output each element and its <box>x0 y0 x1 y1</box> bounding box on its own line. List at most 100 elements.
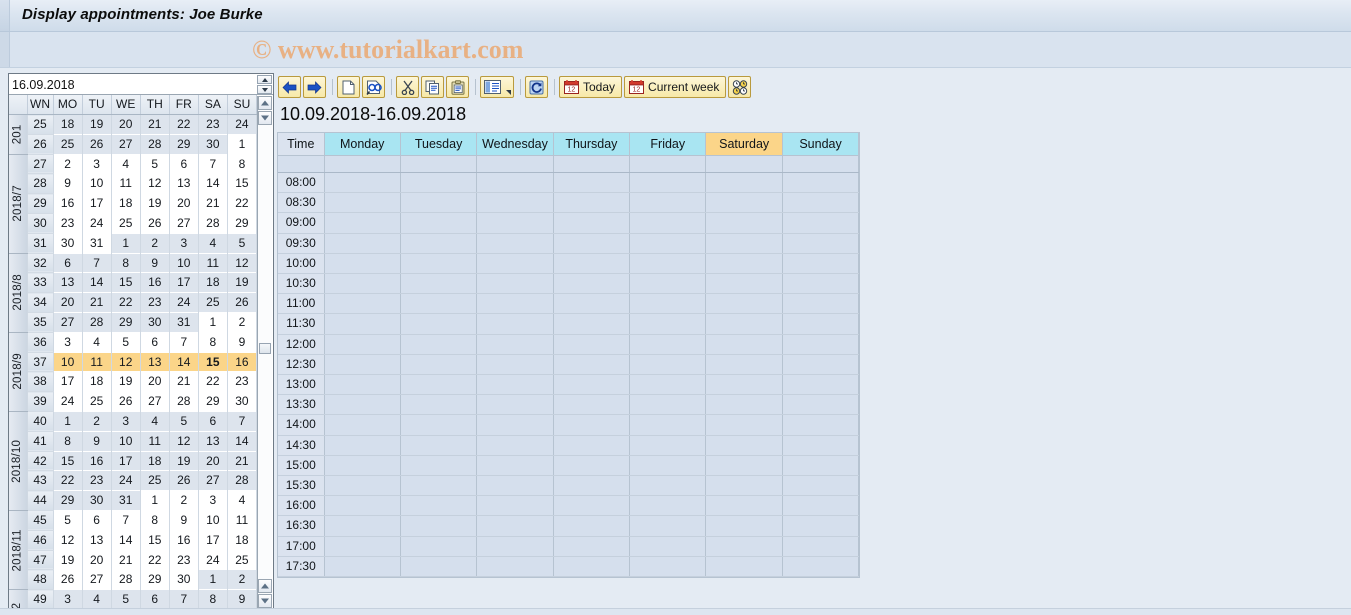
calendar-day-cell[interactable]: 21 <box>198 193 228 214</box>
calendar-day-cell[interactable]: 27 <box>111 134 141 155</box>
calendar-week-row[interactable]: 30 23 24 25 26 27 28 29 <box>9 213 258 234</box>
calendar-week-number[interactable]: 32 <box>27 253 54 274</box>
calendar-day-cell[interactable]: 20 <box>198 451 228 471</box>
appointment-slot[interactable] <box>629 536 707 557</box>
appointment-slot[interactable] <box>782 172 860 194</box>
appointment-slot[interactable] <box>400 293 478 315</box>
calendar-day-cell[interactable]: 25 <box>198 292 228 313</box>
calendar-day-cell[interactable]: 31 <box>111 490 141 511</box>
calendar-day-cell[interactable]: 6 <box>140 589 170 608</box>
calendar-day-cell[interactable]: 30 <box>227 391 258 412</box>
calendar-week-number[interactable]: 44 <box>27 490 54 511</box>
calendar-day-cell[interactable]: 22 <box>227 193 258 214</box>
appointment-slot[interactable] <box>324 313 401 335</box>
calendar-day-cell[interactable]: 12 <box>53 530 83 551</box>
appointment-slot[interactable] <box>324 334 401 355</box>
all-day-slot[interactable] <box>705 155 783 173</box>
appointment-slot[interactable] <box>324 273 401 295</box>
appointment-slot[interactable] <box>705 495 783 517</box>
appointment-slot[interactable] <box>553 475 631 497</box>
appointment-slot[interactable] <box>705 334 783 355</box>
calendar-week-row[interactable]: 26 25 26 27 28 29 30 1 <box>9 134 258 155</box>
calendar-day-cell[interactable]: 27 <box>82 569 112 590</box>
calendar-day-cell[interactable]: 9 <box>169 510 199 531</box>
calendar-day-cell[interactable]: 9 <box>227 589 258 608</box>
appointment-slot[interactable] <box>324 414 401 436</box>
calendar-day-cell[interactable]: 28 <box>227 470 258 491</box>
calendar-day-cell[interactable]: 14 <box>198 173 228 194</box>
appointment-slot[interactable] <box>476 313 554 335</box>
appointment-slot[interactable] <box>553 334 631 355</box>
appointment-slot[interactable] <box>629 273 707 295</box>
calendar-day-cell[interactable]: 2 <box>82 411 112 432</box>
calendar-day-cell[interactable]: 10 <box>169 253 199 273</box>
calendar-day-cell[interactable]: 19 <box>140 193 170 214</box>
calendar-day-cell[interactable]: 24 <box>111 470 141 491</box>
appointment-slot[interactable] <box>400 374 478 396</box>
calendar-day-cell[interactable]: 22 <box>169 114 199 135</box>
calendar-day-cell[interactable]: 16 <box>227 352 258 372</box>
appointment-slot[interactable] <box>476 253 554 275</box>
scrollbar-page-down-button[interactable] <box>258 111 272 125</box>
appointment-slot[interactable] <box>553 313 631 335</box>
scrollbar-page-up-button[interactable] <box>258 579 272 593</box>
calendar-week-number[interactable]: 26 <box>27 134 54 155</box>
calendar-day-cell[interactable]: 26 <box>82 134 112 155</box>
calendar-week-row[interactable]: 37 10 11 12 13 14 15 16 <box>9 352 258 373</box>
appointment-slot[interactable] <box>629 233 707 254</box>
cut-button[interactable] <box>396 76 419 98</box>
calendar-day-cell[interactable]: 8 <box>198 589 228 608</box>
calendar-day-cell[interactable]: 20 <box>140 371 170 392</box>
calendar-day-cell[interactable]: 15 <box>198 352 228 372</box>
calendar-day-cell[interactable]: 10 <box>198 510 228 531</box>
calendar-week-row[interactable]: 38 17 18 19 20 21 22 23 <box>9 371 258 393</box>
calendar-day-cell[interactable]: 18 <box>53 114 83 135</box>
calendar-day-cell[interactable]: 18 <box>227 530 258 551</box>
appointment-slot[interactable] <box>782 374 860 396</box>
calendar-day-cell[interactable]: 2 <box>140 233 170 254</box>
calendar-week-number[interactable]: 47 <box>27 550 54 571</box>
appointment-slot[interactable] <box>629 253 707 275</box>
appointment-slot[interactable] <box>629 495 707 517</box>
calendar-day-cell[interactable]: 4 <box>227 490 258 511</box>
calendar-day-cell[interactable]: 14 <box>82 272 112 293</box>
calendar-day-cell[interactable]: 9 <box>82 431 112 452</box>
appointment-slot[interactable] <box>553 414 631 436</box>
calendar-day-cell[interactable]: 17 <box>169 272 199 293</box>
appointment-slot[interactable] <box>400 414 478 436</box>
appointment-slot[interactable] <box>553 233 631 254</box>
appointment-slot[interactable] <box>324 394 401 416</box>
appointment-slot[interactable] <box>782 212 860 234</box>
appointment-slot[interactable] <box>476 414 554 436</box>
appointment-column-header-sunday[interactable]: Sunday <box>782 133 860 156</box>
calendar-day-cell[interactable]: 25 <box>140 470 170 491</box>
calendar-day-cell[interactable]: 6 <box>53 253 83 273</box>
appointment-slot[interactable] <box>324 293 401 315</box>
calendar-day-cell[interactable]: 14 <box>227 431 258 452</box>
calendar-day-cell[interactable]: 4 <box>140 411 170 432</box>
appointment-slot[interactable] <box>629 293 707 315</box>
calendar-day-cell[interactable]: 3 <box>111 411 141 432</box>
calendar-day-cell[interactable]: 3 <box>169 233 199 254</box>
appointment-slot[interactable] <box>324 192 401 214</box>
calendar-day-cell[interactable]: 8 <box>198 332 228 353</box>
appointment-slot[interactable] <box>476 455 554 477</box>
copy-button[interactable] <box>421 76 444 98</box>
calendar-day-cell[interactable]: 13 <box>82 530 112 551</box>
appointment-slot[interactable] <box>553 172 631 194</box>
calendar-day-cell[interactable]: 7 <box>111 510 141 531</box>
calendar-day-cell[interactable]: 16 <box>82 451 112 471</box>
appointment-slot[interactable] <box>476 273 554 295</box>
calendar-day-cell[interactable]: 4 <box>82 589 112 608</box>
appointment-slot[interactable] <box>324 475 401 497</box>
appointment-slot[interactable] <box>553 515 631 537</box>
calendar-day-cell[interactable]: 29 <box>198 391 228 412</box>
calendar-day-cell[interactable]: 19 <box>111 371 141 392</box>
appointment-slot[interactable] <box>476 515 554 537</box>
appointment-slot[interactable] <box>400 394 478 416</box>
calendar-day-cell[interactable]: 28 <box>82 312 112 333</box>
calendar-day-cell[interactable]: 22 <box>198 371 228 392</box>
appointment-slot[interactable] <box>782 253 860 275</box>
all-day-slot[interactable] <box>400 155 478 173</box>
appointment-slot[interactable] <box>782 495 860 517</box>
